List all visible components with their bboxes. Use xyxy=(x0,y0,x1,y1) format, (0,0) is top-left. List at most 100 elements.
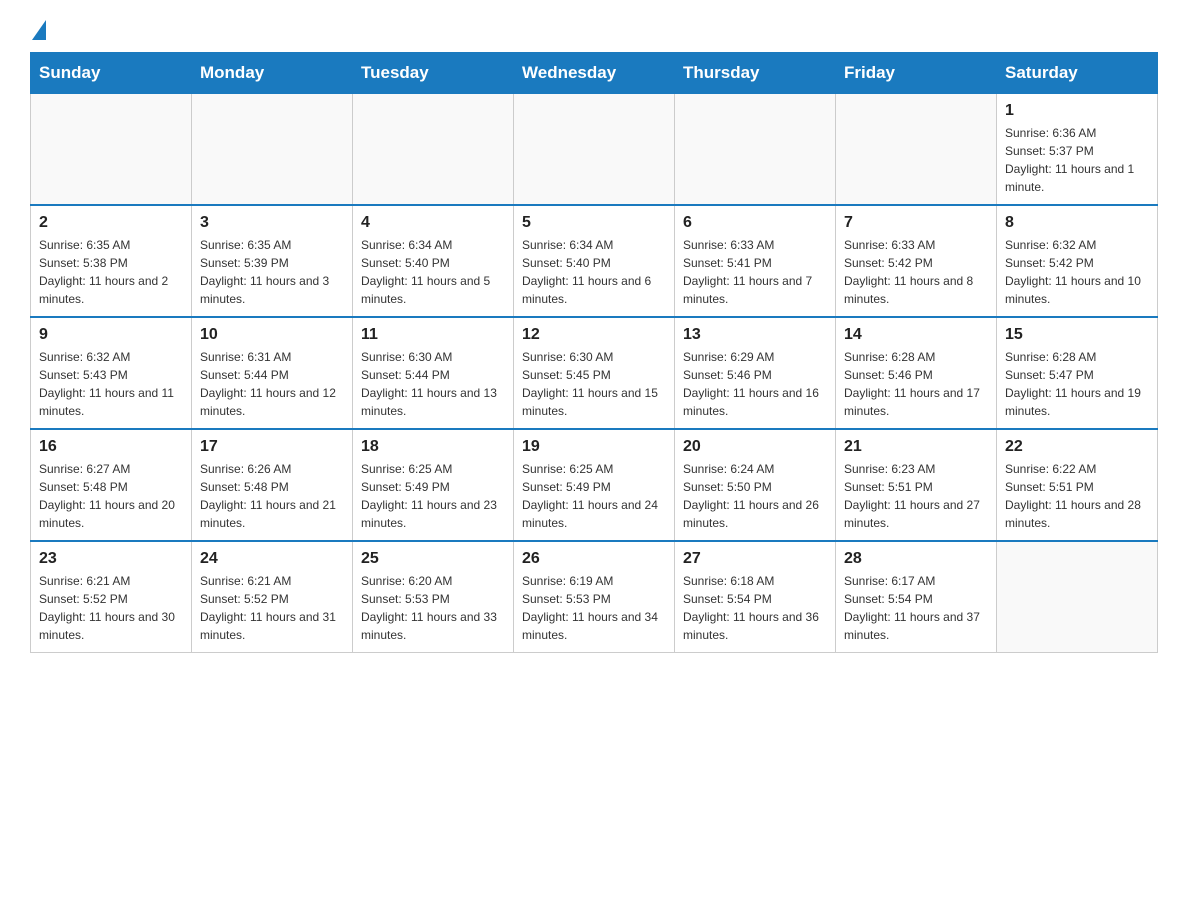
calendar-table: SundayMondayTuesdayWednesdayThursdayFrid… xyxy=(30,52,1158,653)
calendar-day-cell xyxy=(836,94,997,206)
calendar-day-cell: 6Sunrise: 6:33 AMSunset: 5:41 PMDaylight… xyxy=(675,205,836,317)
day-number: 2 xyxy=(39,214,183,232)
day-info: Sunrise: 6:33 AMSunset: 5:42 PMDaylight:… xyxy=(844,236,988,308)
day-info: Sunrise: 6:30 AMSunset: 5:45 PMDaylight:… xyxy=(522,348,666,420)
day-number: 26 xyxy=(522,550,666,568)
calendar-day-cell: 25 Sunrise: 6:20 AMSunset: 5:53 PMDayligh… xyxy=(353,541,514,653)
calendar-day-cell: 20 Sunrise: 6:24 AMSunset: 5:50 PMDayligh… xyxy=(675,429,836,541)
day-number: 7 xyxy=(844,214,988,232)
calendar-day-cell xyxy=(514,94,675,206)
calendar-day-cell: 21 Sunrise: 6:23 AMSunset: 5:51 PMDayligh… xyxy=(836,429,997,541)
calendar-day-cell xyxy=(192,94,353,206)
day-number: 27 xyxy=(683,550,827,568)
calendar-day-cell: 22 Sunrise: 6:22 AMSunset: 5:51 PMDayligh… xyxy=(997,429,1158,541)
day-number: 13 xyxy=(683,326,827,344)
day-number: 28 xyxy=(844,550,988,568)
day-info: Sunrise: 6:34 AMSunset: 5:40 PMDaylight:… xyxy=(361,236,505,308)
calendar-day-cell xyxy=(31,94,192,206)
day-number: 23 xyxy=(39,550,183,568)
day-info: Sunrise: 6:35 AMSunset: 5:39 PMDaylight:… xyxy=(200,236,344,308)
day-number: 1 xyxy=(1005,102,1149,120)
calendar-week-row: 16Sunrise: 6:27 AMSunset: 5:48 PMDayligh… xyxy=(31,429,1158,541)
day-number: 8 xyxy=(1005,214,1149,232)
calendar-day-cell: 3 Sunrise: 6:35 AMSunset: 5:39 PMDaylight… xyxy=(192,205,353,317)
day-info: Sunrise: 6:22 AMSunset: 5:51 PMDaylight:… xyxy=(1005,460,1149,532)
calendar-day-cell: 5 Sunrise: 6:34 AMSunset: 5:40 PMDaylight… xyxy=(514,205,675,317)
calendar-week-row: 1 Sunrise: 6:36 AMSunset: 5:37 PMDaylight… xyxy=(31,94,1158,206)
day-info: Sunrise: 6:28 AMSunset: 5:46 PMDaylight:… xyxy=(844,348,988,420)
day-info: Sunrise: 6:33 AMSunset: 5:41 PMDaylight:… xyxy=(683,236,827,308)
day-of-week-header: Thursday xyxy=(675,53,836,94)
calendar-day-cell xyxy=(675,94,836,206)
day-of-week-header: Monday xyxy=(192,53,353,94)
day-of-week-header: Friday xyxy=(836,53,997,94)
day-number: 24 xyxy=(200,550,344,568)
calendar-day-cell: 4 Sunrise: 6:34 AMSunset: 5:40 PMDaylight… xyxy=(353,205,514,317)
day-info: Sunrise: 6:32 AMSunset: 5:43 PMDaylight:… xyxy=(39,348,183,420)
logo-triangle-icon xyxy=(32,20,46,40)
day-info: Sunrise: 6:36 AMSunset: 5:37 PMDaylight:… xyxy=(1005,124,1149,196)
day-info: Sunrise: 6:24 AMSunset: 5:50 PMDaylight:… xyxy=(683,460,827,532)
calendar-day-cell: 12Sunrise: 6:30 AMSunset: 5:45 PMDayligh… xyxy=(514,317,675,429)
day-info: Sunrise: 6:31 AMSunset: 5:44 PMDaylight:… xyxy=(200,348,344,420)
calendar-day-cell: 9 Sunrise: 6:32 AMSunset: 5:43 PMDaylight… xyxy=(31,317,192,429)
logo xyxy=(30,20,46,42)
calendar-day-cell: 19 Sunrise: 6:25 AMSunset: 5:49 PMDayligh… xyxy=(514,429,675,541)
day-number: 18 xyxy=(361,438,505,456)
day-number: 9 xyxy=(39,326,183,344)
calendar-day-cell: 23 Sunrise: 6:21 AMSunset: 5:52 PMDayligh… xyxy=(31,541,192,653)
day-info: Sunrise: 6:25 AMSunset: 5:49 PMDaylight:… xyxy=(522,460,666,532)
day-number: 4 xyxy=(361,214,505,232)
day-of-week-header: Tuesday xyxy=(353,53,514,94)
calendar-day-cell: 10 Sunrise: 6:31 AMSunset: 5:44 PMDayligh… xyxy=(192,317,353,429)
day-number: 17 xyxy=(200,438,344,456)
calendar-day-cell: 7 Sunrise: 6:33 AMSunset: 5:42 PMDaylight… xyxy=(836,205,997,317)
calendar-day-cell: 8 Sunrise: 6:32 AMSunset: 5:42 PMDaylight… xyxy=(997,205,1158,317)
page-header xyxy=(30,20,1158,42)
calendar-day-cell: 28Sunrise: 6:17 AMSunset: 5:54 PMDayligh… xyxy=(836,541,997,653)
calendar-day-cell: 17 Sunrise: 6:26 AMSunset: 5:48 PMDayligh… xyxy=(192,429,353,541)
calendar-day-cell xyxy=(353,94,514,206)
calendar-week-row: 23 Sunrise: 6:21 AMSunset: 5:52 PMDayligh… xyxy=(31,541,1158,653)
day-info: Sunrise: 6:23 AMSunset: 5:51 PMDaylight:… xyxy=(844,460,988,532)
day-number: 19 xyxy=(522,438,666,456)
day-number: 5 xyxy=(522,214,666,232)
day-number: 3 xyxy=(200,214,344,232)
calendar-day-cell: 26 Sunrise: 6:19 AMSunset: 5:53 PMDayligh… xyxy=(514,541,675,653)
day-number: 11 xyxy=(361,326,505,344)
day-of-week-header: Saturday xyxy=(997,53,1158,94)
day-info: Sunrise: 6:30 AMSunset: 5:44 PMDaylight:… xyxy=(361,348,505,420)
calendar-day-cell: 13 Sunrise: 6:29 AMSunset: 5:46 PMDayligh… xyxy=(675,317,836,429)
day-info: Sunrise: 6:29 AMSunset: 5:46 PMDaylight:… xyxy=(683,348,827,420)
day-info: Sunrise: 6:34 AMSunset: 5:40 PMDaylight:… xyxy=(522,236,666,308)
calendar-day-cell: 2 Sunrise: 6:35 AMSunset: 5:38 PMDaylight… xyxy=(31,205,192,317)
day-info: Sunrise: 6:28 AMSunset: 5:47 PMDaylight:… xyxy=(1005,348,1149,420)
calendar-header-row: SundayMondayTuesdayWednesdayThursdayFrid… xyxy=(31,53,1158,94)
day-number: 25 xyxy=(361,550,505,568)
calendar-day-cell: 24 Sunrise: 6:21 AMSunset: 5:52 PMDayligh… xyxy=(192,541,353,653)
day-number: 15 xyxy=(1005,326,1149,344)
day-info: Sunrise: 6:32 AMSunset: 5:42 PMDaylight:… xyxy=(1005,236,1149,308)
day-info: Sunrise: 6:21 AMSunset: 5:52 PMDaylight:… xyxy=(200,572,344,644)
day-info: Sunrise: 6:26 AMSunset: 5:48 PMDaylight:… xyxy=(200,460,344,532)
day-info: Sunrise: 6:27 AMSunset: 5:48 PMDaylight:… xyxy=(39,460,183,532)
day-info: Sunrise: 6:25 AMSunset: 5:49 PMDaylight:… xyxy=(361,460,505,532)
calendar-day-cell: 18 Sunrise: 6:25 AMSunset: 5:49 PMDayligh… xyxy=(353,429,514,541)
calendar-day-cell: 15 Sunrise: 6:28 AMSunset: 5:47 PMDayligh… xyxy=(997,317,1158,429)
day-of-week-header: Wednesday xyxy=(514,53,675,94)
calendar-day-cell xyxy=(997,541,1158,653)
day-of-week-header: Sunday xyxy=(31,53,192,94)
calendar-day-cell: 11 Sunrise: 6:30 AMSunset: 5:44 PMDayligh… xyxy=(353,317,514,429)
day-info: Sunrise: 6:19 AMSunset: 5:53 PMDaylight:… xyxy=(522,572,666,644)
day-info: Sunrise: 6:35 AMSunset: 5:38 PMDaylight:… xyxy=(39,236,183,308)
calendar-week-row: 9 Sunrise: 6:32 AMSunset: 5:43 PMDaylight… xyxy=(31,317,1158,429)
day-number: 10 xyxy=(200,326,344,344)
day-number: 22 xyxy=(1005,438,1149,456)
day-info: Sunrise: 6:20 AMSunset: 5:53 PMDaylight:… xyxy=(361,572,505,644)
day-number: 20 xyxy=(683,438,827,456)
day-number: 21 xyxy=(844,438,988,456)
calendar-day-cell: 16Sunrise: 6:27 AMSunset: 5:48 PMDayligh… xyxy=(31,429,192,541)
day-number: 14 xyxy=(844,326,988,344)
calendar-day-cell: 1 Sunrise: 6:36 AMSunset: 5:37 PMDaylight… xyxy=(997,94,1158,206)
day-info: Sunrise: 6:21 AMSunset: 5:52 PMDaylight:… xyxy=(39,572,183,644)
